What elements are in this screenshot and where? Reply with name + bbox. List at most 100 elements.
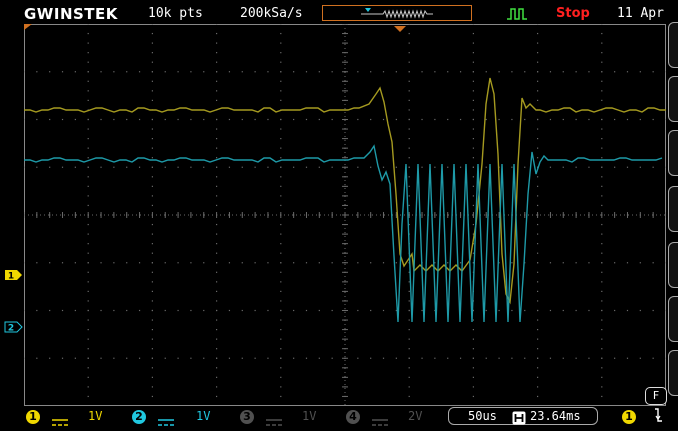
horizontal-position-icon [512, 410, 526, 429]
grid-dot [537, 185, 539, 187]
grid-dot [472, 52, 474, 54]
waveform-display[interactable] [24, 24, 666, 406]
grid-dot [588, 357, 590, 359]
softkey-7[interactable] [668, 350, 678, 396]
grid-dot [382, 118, 385, 121]
grid-dot [126, 262, 128, 264]
grid-dot [151, 61, 153, 63]
channel-2-badge[interactable]: 2 [132, 410, 146, 424]
grid-dot [537, 42, 539, 44]
grid-dot [601, 128, 603, 130]
trigger-source-badge[interactable]: 1 [622, 410, 636, 424]
grid-dot [126, 309, 128, 312]
memory-overview-bar [322, 5, 472, 21]
grid-dot [293, 71, 295, 73]
grid-dot [113, 71, 115, 73]
grid-dot [228, 309, 231, 312]
grid-dot [74, 118, 76, 121]
grid-dot [280, 348, 282, 350]
grid-dot [537, 252, 539, 254]
grid-dot [151, 138, 153, 140]
grid-dot [370, 262, 372, 264]
grid-dot [280, 80, 282, 82]
channel-2-ground-marker[interactable]: 2 [4, 318, 24, 337]
grid-dot [601, 166, 603, 168]
grid-dot [49, 357, 51, 359]
grid-dot [601, 376, 603, 378]
grid-dot [216, 233, 218, 235]
channel-4-scale[interactable]: 2V [408, 409, 422, 423]
grid-dot [87, 271, 89, 273]
softkey-4[interactable] [668, 186, 678, 232]
grid-dot [177, 166, 179, 168]
grid-dot [395, 118, 397, 121]
run-status[interactable]: Stop [556, 6, 590, 22]
grid-dot [562, 262, 564, 264]
grid-dot [87, 357, 89, 359]
grid-dot [601, 309, 603, 312]
grid-dot [280, 281, 282, 283]
grid-dot [408, 71, 410, 73]
channel-4-badge[interactable]: 4 [346, 410, 360, 424]
grid-dot [601, 80, 603, 82]
grid-dot [524, 118, 526, 121]
function-badge[interactable]: F [645, 387, 667, 405]
grid-dot [537, 338, 539, 340]
svg-text:1: 1 [8, 272, 14, 282]
grid-dot [601, 395, 603, 398]
channel-1-ground-marker[interactable]: 1 [4, 266, 24, 285]
grid-dot [639, 357, 641, 359]
grid-dot [87, 99, 89, 101]
grid-dot [498, 71, 500, 73]
grid-dot [408, 24, 410, 25]
grid-dot [331, 71, 333, 73]
softkey-1[interactable] [668, 22, 678, 68]
grid-dot [357, 118, 359, 121]
grid-dot [49, 309, 51, 312]
grid-dot [87, 147, 89, 149]
grid-dot [575, 262, 577, 264]
timebase-scale[interactable]: 50us [468, 409, 497, 423]
grid-dot [472, 348, 474, 350]
channel-1-badge[interactable]: 1 [26, 410, 40, 424]
grid-dot [537, 176, 539, 178]
grid-dot [87, 376, 89, 378]
grid-dot [280, 357, 282, 359]
grid-dot [421, 309, 423, 312]
softkey-2[interactable] [668, 76, 678, 122]
horizontal-position[interactable]: 23.64ms [530, 409, 581, 423]
view-position-icon [365, 8, 371, 12]
grid-dot [537, 128, 539, 130]
channel-2-scale[interactable]: 1V [196, 409, 210, 423]
grid-dot [87, 243, 89, 245]
softkey-3[interactable] [668, 130, 678, 176]
grid-dot [228, 262, 231, 264]
grid-dot [537, 233, 539, 235]
grid-dot [87, 24, 89, 25]
channel-1-scale[interactable]: 1V [88, 409, 102, 423]
softkey-6[interactable] [668, 296, 678, 342]
grid-dot [61, 262, 64, 264]
grid-dot [511, 309, 513, 312]
grid-dot [216, 176, 218, 178]
softkey-5[interactable] [668, 242, 678, 288]
grid-dot [639, 309, 641, 312]
channel-3-scale[interactable]: 1V [302, 409, 316, 423]
grid-dot [537, 243, 539, 245]
grid-dot [537, 52, 539, 54]
grid-dot [537, 357, 539, 359]
grid-dot [511, 71, 513, 73]
channel-3-badge[interactable]: 3 [240, 410, 254, 424]
grid-dot [537, 376, 539, 378]
grid-dot [472, 376, 474, 378]
grid-dot [216, 99, 218, 101]
grid-dot [87, 157, 89, 159]
grid-dot [549, 262, 552, 264]
grid-dot [151, 271, 153, 273]
grid-dot [601, 252, 603, 254]
grid-dot [472, 223, 474, 226]
grid-dot [421, 71, 423, 73]
grid-dot [87, 80, 89, 82]
grid-dot [113, 118, 115, 121]
grid-dot [87, 166, 89, 168]
